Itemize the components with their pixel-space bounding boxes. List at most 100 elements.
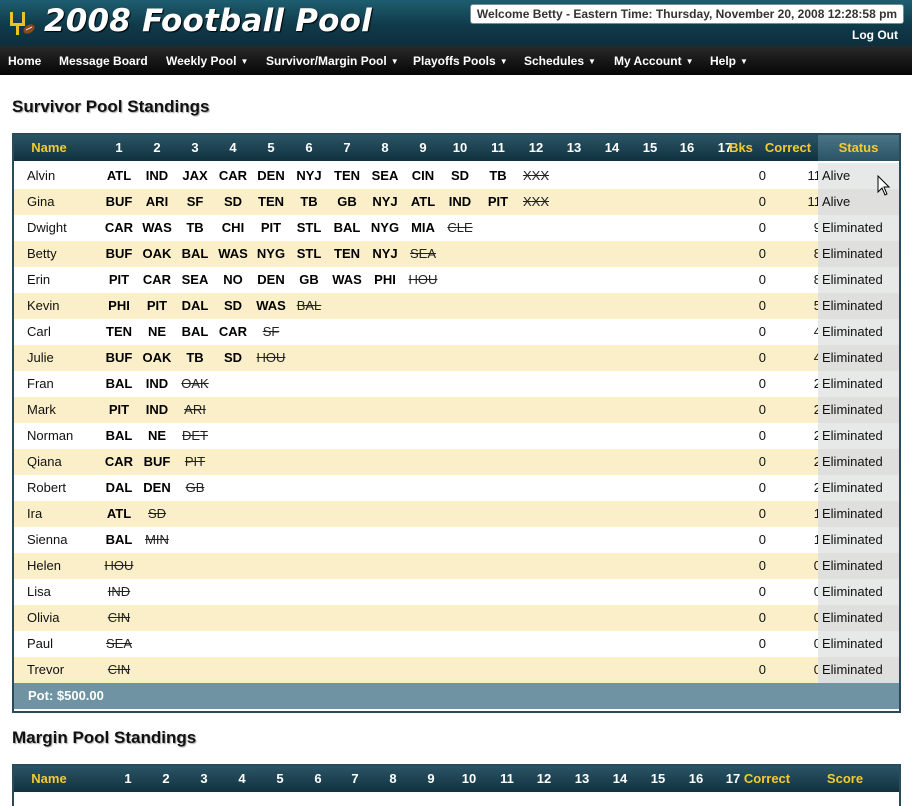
pick-cell: BAL — [105, 532, 133, 547]
pick-cell: PIT — [108, 272, 130, 287]
player-name[interactable]: Lisa — [27, 579, 51, 605]
pick-cell-lost: DET — [182, 428, 208, 443]
table-row: BettyBUFOAKBALWASNYGSTLTENNYJSEA08Elimin… — [14, 241, 899, 267]
dropdown-arrow-icon: ▼ — [390, 57, 399, 66]
correct-count: 2 — [759, 475, 821, 501]
table-row: FranBALINDOAK02Eliminated — [14, 371, 899, 397]
nav-survivor-margin-pool[interactable]: Survivor/Margin Pool ▼ — [266, 54, 399, 68]
pick-cell-lost: MIN — [145, 532, 169, 547]
table-row: OliviaCIN00Eliminated — [14, 605, 899, 631]
player-name[interactable]: Alvin — [27, 163, 55, 189]
column-header-week: 2 — [153, 140, 161, 155]
player-name[interactable]: Qiana — [27, 449, 62, 475]
table-row: LisaIND00Eliminated — [14, 579, 899, 605]
player-name[interactable]: Fran — [27, 371, 54, 397]
nav-schedules[interactable]: Schedules ▼ — [524, 54, 596, 68]
player-name[interactable]: Sienna — [27, 527, 67, 553]
player-name[interactable]: Norman — [27, 423, 73, 449]
pick-cell: PHI — [108, 298, 130, 313]
pick-cell-lost: OAK — [181, 376, 209, 391]
pick-cell: PIT — [260, 220, 282, 235]
table-row: CarlTENNEBALCARSF04Eliminated — [14, 319, 899, 345]
player-name[interactable]: Betty — [27, 241, 57, 267]
survivor-table-header: Name 1 2 3 4 5 6 7 8 9 10 11 12 13 14 15 16 17 Bks Correct S… — [14, 135, 899, 161]
nav-weekly-pool[interactable]: Weekly Pool ▼ — [166, 54, 248, 68]
pick-cell: NYJ — [296, 168, 322, 183]
pick-cell: PIT — [108, 402, 130, 417]
pot-footer: Pot: $500.00 — [14, 683, 899, 709]
nav-label: My Account — [614, 54, 682, 68]
pick-cell: ATL — [106, 506, 132, 521]
player-name[interactable]: Mark — [27, 397, 56, 423]
player-name[interactable]: Kevin — [27, 293, 60, 319]
status-cell: Eliminated — [818, 293, 899, 319]
table-row: MarkPITINDARI02Eliminated — [14, 397, 899, 423]
logout-link[interactable]: Log Out — [852, 28, 898, 42]
player-name[interactable]: Dwight — [27, 215, 67, 241]
pick-cell-lost: XXX — [522, 194, 549, 209]
pick-cell-lost: GB — [185, 480, 205, 495]
pick-cell: CIN — [411, 168, 435, 183]
status-cell: Eliminated — [818, 631, 899, 657]
player-name[interactable]: Carl — [27, 319, 51, 345]
column-header-week: 8 — [389, 771, 397, 786]
column-header-name: Name — [31, 140, 67, 155]
player-name[interactable]: Ira — [27, 501, 42, 527]
player-name[interactable]: Julie — [27, 345, 54, 371]
status-cell: Eliminated — [818, 241, 899, 267]
app-title: 2008 Football Pool — [44, 3, 372, 39]
pick-cell: ARI — [145, 194, 169, 209]
nav-message-board[interactable]: Message Board — [59, 54, 148, 68]
player-name[interactable]: Olivia — [27, 605, 60, 631]
pick-cell: GB — [337, 194, 357, 209]
player-name[interactable]: Trevor — [27, 657, 64, 683]
pick-cell: WAS — [256, 298, 286, 313]
nav-home[interactable]: Home — [8, 54, 41, 68]
pick-cell: IND — [145, 376, 169, 391]
correct-count: 9 — [759, 215, 821, 241]
player-name[interactable]: Gina — [27, 189, 54, 215]
column-header-week: 6 — [305, 140, 313, 155]
column-header-week: 2 — [162, 771, 170, 786]
pick-cell: MIA — [411, 220, 435, 235]
nav-my-account[interactable]: My Account ▼ — [614, 54, 693, 68]
pick-cell: WAS — [218, 246, 248, 261]
table-row: QianaCARBUFPIT02Eliminated — [14, 449, 899, 475]
status-cell: Eliminated — [818, 267, 899, 293]
pick-cell: TEN — [258, 194, 284, 209]
pick-cell: STL — [296, 246, 322, 261]
correct-count: 2 — [759, 449, 821, 475]
pick-cell: DEN — [257, 168, 285, 183]
player-name[interactable]: Helen — [27, 553, 61, 579]
player-name[interactable]: Erin — [27, 267, 50, 293]
pick-cell: JAX — [182, 168, 208, 183]
nav-label: Home — [8, 54, 42, 68]
pick-cell-lost: XXX — [522, 168, 549, 183]
pick-cell-lost: CIN — [107, 662, 131, 677]
nav-playoffs-pools[interactable]: Playoffs Pools ▼ — [413, 54, 508, 68]
table-row: KevinPHIPITDALSDWASBAL05Eliminated — [14, 293, 899, 319]
table-row: DwightCARWASTBCHIPITSTLBALNYGMIACLE09Eli… — [14, 215, 899, 241]
column-header-bks: Bks — [729, 140, 753, 155]
status-cell: Eliminated — [818, 657, 899, 683]
pick-cell: TB — [300, 194, 318, 209]
pick-cell: IND — [448, 194, 472, 209]
nav-help[interactable]: Help ▼ — [710, 54, 748, 68]
pick-cell: ATL — [410, 194, 436, 209]
margin-table-body — [14, 792, 899, 806]
dropdown-arrow-icon: ▼ — [740, 57, 748, 66]
pick-cell: NE — [147, 428, 167, 443]
pick-cell: TB — [186, 350, 204, 365]
dropdown-arrow-icon: ▼ — [240, 57, 249, 66]
correct-count: 11 — [807, 194, 822, 209]
pick-cell-lost: SD — [147, 506, 167, 521]
correct-count: 8 — [759, 267, 821, 293]
column-header-week: 7 — [351, 771, 359, 786]
player-name[interactable]: Robert — [27, 475, 66, 501]
pick-cell: IND — [145, 168, 169, 183]
player-name[interactable]: Paul — [27, 631, 53, 657]
pick-cell-lost: HOU — [256, 350, 286, 365]
table-row: NormanBALNEDET02Eliminated — [14, 423, 899, 449]
correct-count: 1 — [759, 527, 821, 553]
pick-cell-lost: CIN — [107, 610, 131, 625]
